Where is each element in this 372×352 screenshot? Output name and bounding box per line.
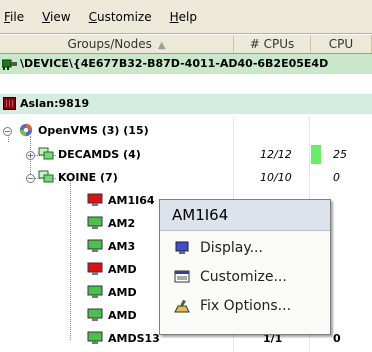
node-group-icon bbox=[38, 170, 54, 183]
tree-row-decamds[interactable]: + DECAMDS (4) 12/12 25 bbox=[0, 143, 372, 166]
collapse-toggle-icon[interactable]: − bbox=[3, 127, 12, 136]
menu-item-fix-options[interactable]: Fix Options... bbox=[160, 293, 330, 319]
server-icon bbox=[3, 97, 16, 110]
cpus-value: 12/12 bbox=[260, 148, 292, 161]
menu-item-display[interactable]: Display... bbox=[160, 235, 330, 261]
menu-item-label: Display... bbox=[200, 240, 263, 256]
computer-icon bbox=[87, 239, 103, 252]
tree-row-label: AMD bbox=[108, 263, 137, 276]
menu-customize[interactable]: Customize bbox=[89, 10, 152, 24]
monitor-icon bbox=[175, 241, 189, 254]
context-menu: AM1I64 Display... Customize... Fix Optio… bbox=[159, 199, 331, 335]
column-header-cpus[interactable]: # CPUs bbox=[234, 35, 311, 53]
menu-item-label: Fix Options... bbox=[200, 298, 292, 314]
cpus-value: 10/10 bbox=[260, 171, 292, 184]
tree-row-label: AM2 bbox=[108, 217, 136, 230]
computer-icon bbox=[87, 285, 103, 298]
window-icon bbox=[174, 270, 190, 283]
column-header-cpu[interactable]: CPU bbox=[311, 35, 372, 53]
computer-alert-icon bbox=[87, 193, 103, 206]
network-adapter-icon bbox=[2, 59, 17, 70]
cpu-usage-bar bbox=[311, 145, 321, 164]
tree-row-label: AM3 bbox=[108, 240, 136, 253]
sort-ascending-icon: ▲ bbox=[157, 40, 166, 51]
menu-help[interactable]: Help bbox=[170, 10, 197, 24]
openvms-logo-icon bbox=[19, 123, 33, 137]
tree-row-openvms[interactable]: − OpenVMS (3) (15) bbox=[0, 119, 372, 142]
tree-row-koine[interactable]: − KOINE (7) 10/10 0 bbox=[0, 166, 372, 189]
fix-tool-icon bbox=[174, 300, 190, 313]
aslan-label: Aslan:9819 bbox=[20, 97, 90, 110]
menu-file[interactable]: File bbox=[4, 10, 24, 24]
computer-icon bbox=[87, 308, 103, 321]
table-header: Groups/Nodes ▲ # CPUs CPU bbox=[0, 35, 372, 54]
node-group-icon bbox=[38, 147, 54, 160]
collapse-toggle-icon[interactable]: − bbox=[26, 174, 35, 183]
column-header-groups-label: Groups/Nodes bbox=[67, 37, 152, 51]
context-menu-title: AM1I64 bbox=[160, 200, 330, 231]
cpu-value: 0 bbox=[333, 171, 340, 184]
tree-row-label: AMD bbox=[108, 286, 137, 299]
menu-bar: File View Customize Help bbox=[0, 0, 372, 34]
menu-item-label: Customize... bbox=[200, 269, 287, 285]
cpu-value: 0 bbox=[333, 332, 341, 345]
tree-row-label: DECAMDS (4) bbox=[58, 148, 141, 161]
tree-row-label: AM1I64 bbox=[108, 194, 155, 207]
device-label: \DEVICE\{4E677B32-B87D-4011-AD40-6B2E05E… bbox=[20, 57, 329, 70]
tree-row-label: OpenVMS (3) (15) bbox=[38, 124, 149, 137]
cpu-value: 25 bbox=[333, 148, 347, 161]
tree-row-label: AMDS13 bbox=[108, 332, 160, 345]
tree-row-label: AMD bbox=[108, 309, 137, 322]
menu-view[interactable]: View bbox=[42, 10, 70, 24]
column-header-groups[interactable]: Groups/Nodes ▲ bbox=[0, 35, 234, 53]
computer-icon bbox=[87, 216, 103, 229]
device-row[interactable]: \DEVICE\{4E677B32-B87D-4011-AD40-6B2E05E… bbox=[0, 54, 372, 74]
expand-toggle-icon[interactable]: + bbox=[26, 151, 35, 160]
computer-alert-icon bbox=[87, 262, 103, 275]
aslan-row[interactable]: Aslan:9819 bbox=[0, 94, 372, 114]
menu-item-customize[interactable]: Customize... bbox=[160, 264, 330, 290]
computer-icon bbox=[87, 331, 103, 344]
tree-row-label: KOINE (7) bbox=[58, 171, 118, 184]
